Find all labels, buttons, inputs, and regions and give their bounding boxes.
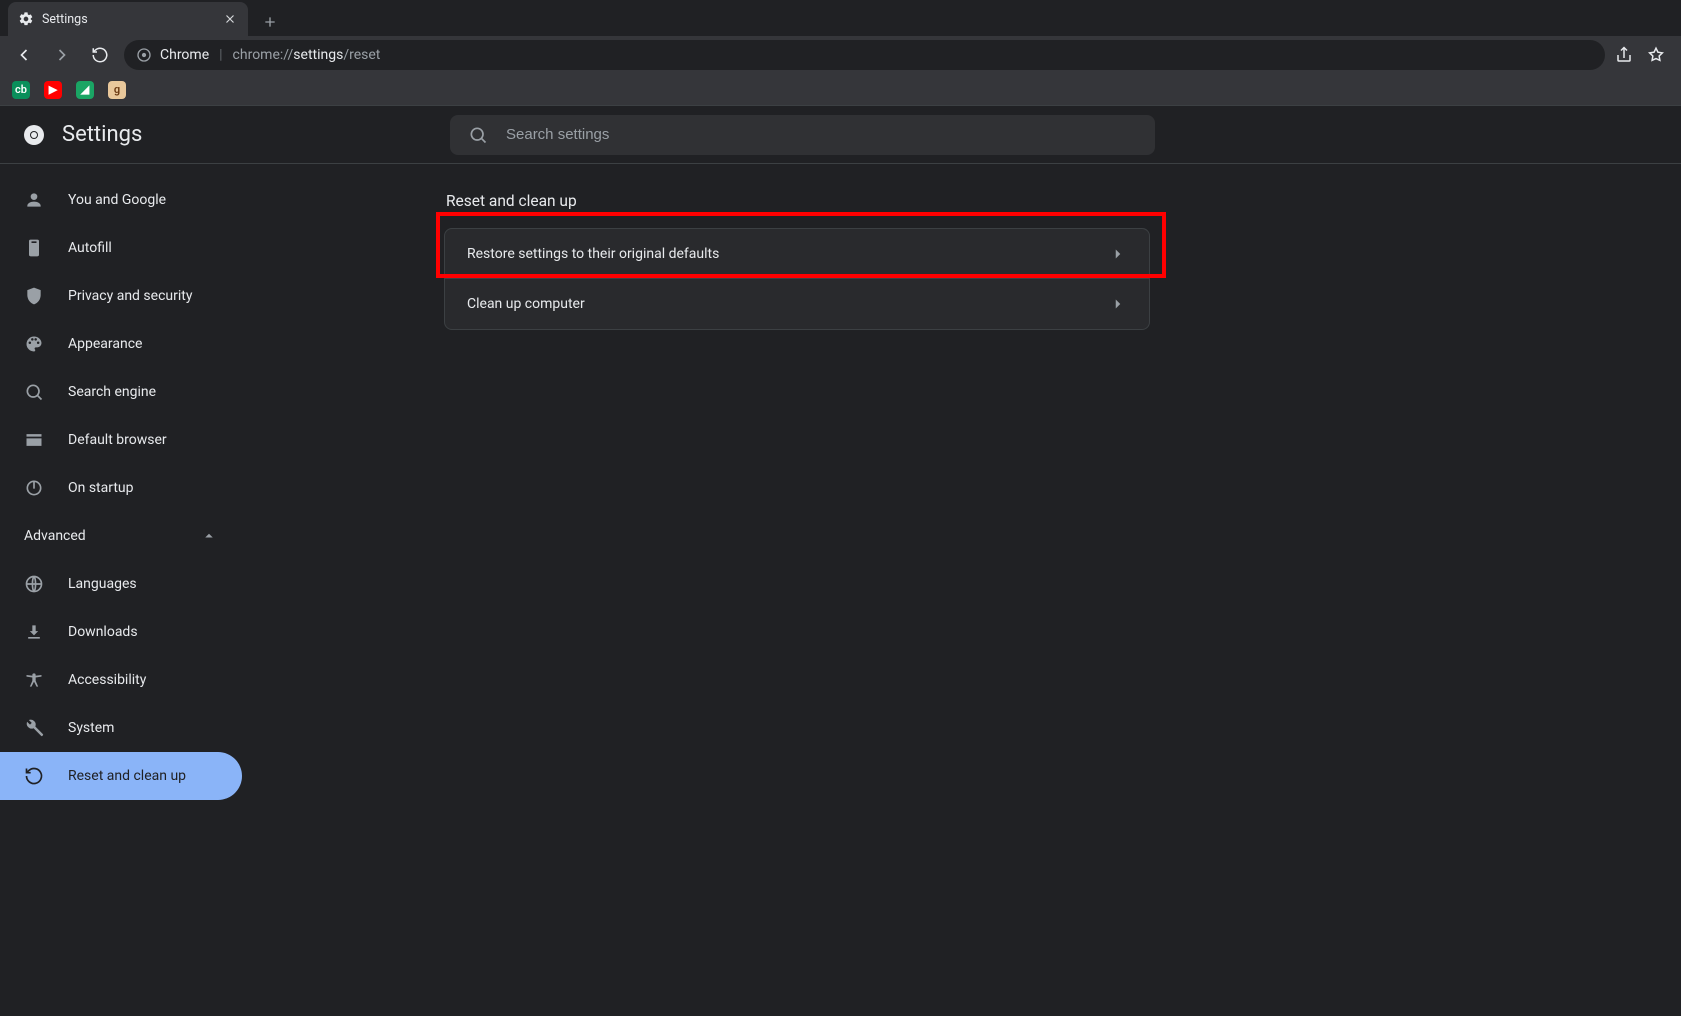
row-label: Clean up computer [467,296,585,312]
browser-toolbar: Chrome | chrome://settings/reset [0,36,1681,74]
sidebar-item-label: Default browser [68,432,167,448]
section-title: Reset and clean up [446,192,1150,210]
chevron-up-icon [200,527,218,545]
sidebar-item-autofill[interactable]: Autofill [0,224,242,272]
address-bar[interactable]: Chrome | chrome://settings/reset [124,40,1605,70]
sidebar-item-appearance[interactable]: Appearance [0,320,242,368]
bookmarks-bar: cb ▶ ◢ g [0,74,1681,106]
sidebar-item-label: Downloads [68,624,138,640]
reset-card: Restore settings to their original defau… [444,228,1150,330]
row-clean-up-computer[interactable]: Clean up computer [445,279,1149,329]
sidebar-item-label: On startup [68,480,134,496]
sidebar-item-downloads[interactable]: Downloads [0,608,242,656]
back-button[interactable] [10,41,38,69]
share-icon[interactable] [1615,46,1633,64]
advanced-label: Advanced [24,528,86,544]
browser-tab-settings[interactable]: Settings [8,2,248,36]
settings-sidebar: You and Google Autofill Privacy and secu… [0,164,256,1016]
search-icon [468,125,488,145]
chevron-right-icon [1109,295,1127,313]
scheme-label: Chrome [160,47,209,63]
sidebar-item-reset[interactable]: Reset and clean up [0,752,242,800]
url-text: chrome://settings/reset [233,47,381,63]
gear-icon [18,11,34,27]
tab-strip: Settings [0,0,1681,36]
omnibox-separator: | [219,47,222,63]
sidebar-item-on-startup[interactable]: On startup [0,464,242,512]
sidebar-item-label: You and Google [68,192,166,208]
search-settings-field[interactable] [450,115,1155,155]
sidebar-item-label: Appearance [68,336,142,352]
chevron-right-icon [1109,245,1127,263]
sidebar-item-search-engine[interactable]: Search engine [0,368,242,416]
forward-button[interactable] [48,41,76,69]
sidebar-item-label: Accessibility [68,672,146,688]
settings-header: Settings [0,106,1681,164]
chrome-logo-icon [22,123,46,147]
row-restore-defaults[interactable]: Restore settings to their original defau… [445,229,1149,279]
settings-content: Reset and clean up Restore settings to t… [256,164,1681,1016]
sidebar-item-system[interactable]: System [0,704,242,752]
sidebar-item-label: Autofill [68,240,112,256]
bookmark-item[interactable]: g [108,81,126,99]
sidebar-item-you-and-google[interactable]: You and Google [0,176,242,224]
settings-page: Settings You and Google Autofill [0,106,1681,1016]
bookmark-star-icon[interactable] [1647,46,1665,64]
sidebar-item-label: Reset and clean up [68,768,186,784]
sidebar-advanced-toggle[interactable]: Advanced [0,512,242,560]
chrome-scheme-badge: Chrome [136,47,209,63]
sidebar-item-label: Search engine [68,384,156,400]
page-title: Settings [62,122,142,147]
search-input[interactable] [506,126,1137,143]
bookmark-item[interactable]: ◢ [76,81,94,99]
sidebar-item-label: System [68,720,114,736]
bookmark-item[interactable]: ▶ [44,81,62,99]
new-tab-button[interactable] [256,8,284,36]
close-tab-icon[interactable] [222,11,238,27]
tab-title: Settings [42,12,214,27]
sidebar-item-label: Privacy and security [68,288,192,304]
sidebar-item-default-browser[interactable]: Default browser [0,416,242,464]
sidebar-item-label: Languages [68,576,137,592]
sidebar-item-accessibility[interactable]: Accessibility [0,656,242,704]
sidebar-item-privacy[interactable]: Privacy and security [0,272,242,320]
bookmark-item[interactable]: cb [12,81,30,99]
row-label: Restore settings to their original defau… [467,246,719,262]
reload-button[interactable] [86,41,114,69]
sidebar-item-languages[interactable]: Languages [0,560,242,608]
